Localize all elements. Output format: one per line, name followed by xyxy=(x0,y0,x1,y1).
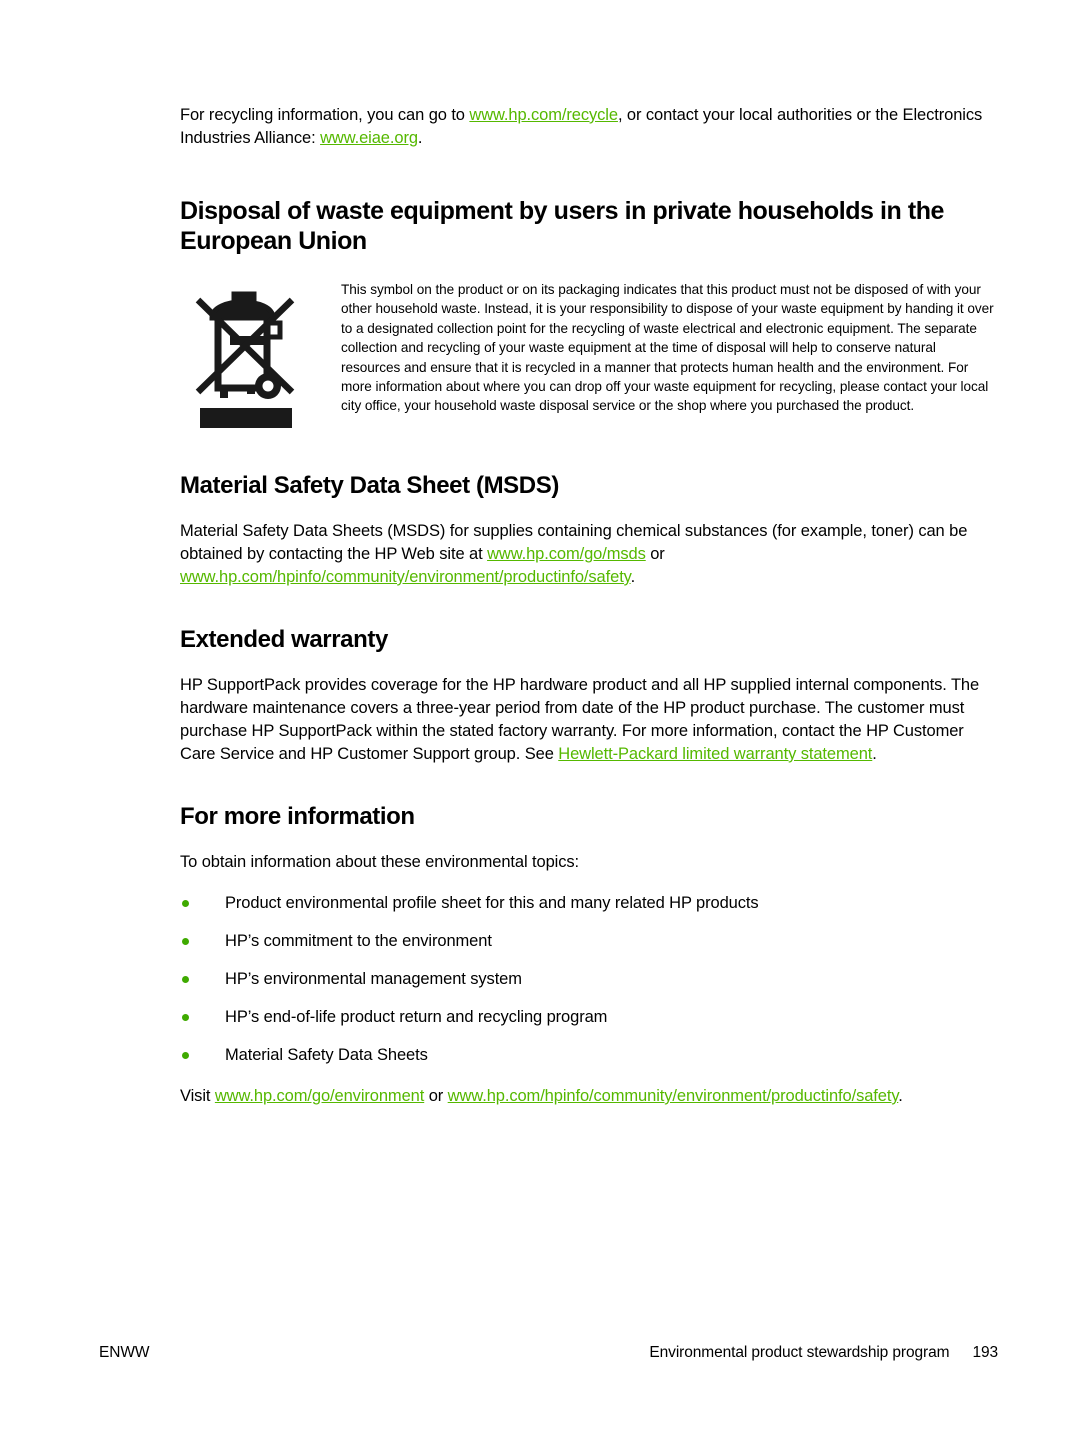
weee-paragraph-container: This symbol on the product or on its pac… xyxy=(341,278,998,416)
msds-text-after: . xyxy=(630,568,636,586)
bullet-dot-icon xyxy=(182,938,189,945)
link-hp-recycle[interactable]: www.hp.com/recycle xyxy=(469,106,618,124)
list-item: HP’s environmental management system xyxy=(180,968,998,991)
bullet-dot-icon xyxy=(182,976,189,983)
link-hp-hpinfo-productinfo-safety[interactable]: www.hp.com/hpinfo/community/environment/… xyxy=(180,568,631,586)
page-footer: ENWW Environmental product stewardship p… xyxy=(99,1344,998,1362)
heading-for-more-information: For more information xyxy=(180,803,415,830)
msds-text-between: or xyxy=(645,545,665,563)
bullet-dot-icon xyxy=(182,1014,189,1021)
visit-between: or xyxy=(424,1087,448,1105)
list-item: Material Safety Data Sheets xyxy=(180,1044,998,1067)
list-item: HP’s commitment to the environment xyxy=(180,930,998,953)
list-item-label: HP’s end-of-life product return and recy… xyxy=(225,1008,608,1026)
more-info-lead-in: To obtain information about these enviro… xyxy=(180,853,579,871)
page-content: For recycling information, you can go to… xyxy=(180,104,998,1108)
intro-text-after: . xyxy=(417,129,423,147)
visit-prefix: Visit xyxy=(180,1087,215,1105)
link-eiae-org[interactable]: www.eiae.org xyxy=(320,129,418,147)
msds-paragraph: Material Safety Data Sheets (MSDS) for s… xyxy=(180,520,998,589)
footer-right-group: Environmental product stewardship progra… xyxy=(649,1344,998,1362)
weee-symbol-and-text-row: This symbol on the product or on its pac… xyxy=(180,278,998,435)
list-item-label: HP’s environmental management system xyxy=(225,970,522,988)
bullet-dot-icon xyxy=(182,1052,189,1059)
visit-suffix: . xyxy=(898,1087,903,1105)
link-hp-go-environment[interactable]: www.hp.com/go/environment xyxy=(215,1087,424,1105)
list-item-label: Product environmental profile sheet for … xyxy=(225,894,759,912)
heading-disposal-of-waste-equipment: Disposal of waste equipment by users in … xyxy=(180,197,944,255)
weee-paragraph: This symbol on the product or on its pac… xyxy=(341,282,994,414)
document-page: For recycling information, you can go to… xyxy=(0,0,1080,1437)
list-item-label: Material Safety Data Sheets xyxy=(225,1046,428,1064)
heading-extended-warranty: Extended warranty xyxy=(180,626,388,653)
footer-locale-code: ENWW xyxy=(99,1344,150,1361)
heading-material-safety-data-sheet: Material Safety Data Sheet (MSDS) xyxy=(180,472,559,499)
warranty-text-after: . xyxy=(872,745,877,763)
link-hp-go-msds[interactable]: www.hp.com/go/msds xyxy=(487,545,646,563)
list-item-label: HP’s commitment to the environment xyxy=(225,932,492,950)
visit-paragraph: Visit www.hp.com/go/environment or www.h… xyxy=(180,1085,998,1108)
environmental-topics-list: Product environmental profile sheet for … xyxy=(180,892,998,1067)
footer-page-number: 193 xyxy=(972,1344,998,1361)
intro-text-before-link: For recycling information, you can go to xyxy=(180,106,470,124)
list-item: HP’s end-of-life product return and recy… xyxy=(180,1006,998,1029)
weee-crossed-out-wheelie-bin-icon xyxy=(188,280,308,435)
recycling-intro-paragraph: For recycling information, you can go to… xyxy=(180,104,998,150)
bullet-dot-icon xyxy=(182,900,189,907)
link-hewlett-packard-limited-warranty-statement[interactable]: Hewlett-Packard limited warranty stateme… xyxy=(558,745,872,763)
footer-section-title: Environmental product stewardship progra… xyxy=(649,1344,950,1361)
warranty-paragraph: HP SupportPack provides coverage for the… xyxy=(180,674,998,766)
link-hp-hpinfo-community-productinfo-safety[interactable]: www.hp.com/hpinfo/community/environment/… xyxy=(448,1087,899,1105)
list-item: Product environmental profile sheet for … xyxy=(180,892,998,915)
